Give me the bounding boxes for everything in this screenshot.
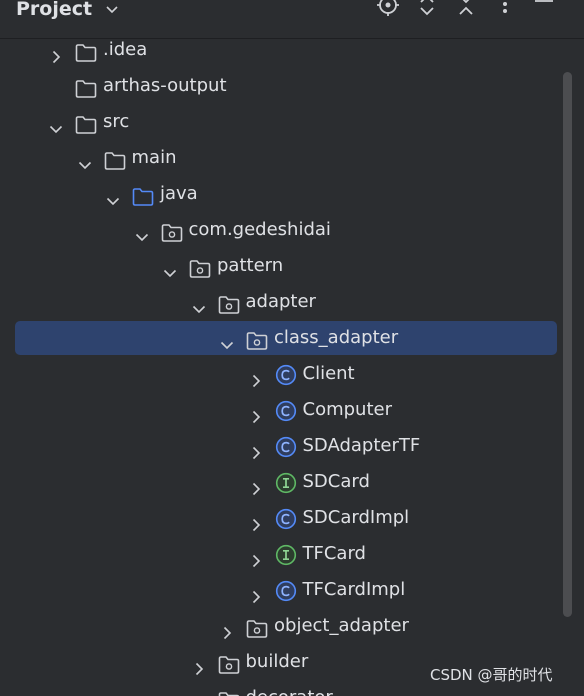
chevron-right-icon[interactable]	[248, 510, 264, 532]
tree-row-label: src	[103, 111, 130, 132]
chevron-down-icon[interactable]	[162, 258, 178, 278]
folder-icon	[75, 112, 97, 134]
tree-row-label: java	[160, 183, 198, 204]
tree-row-label: Computer	[302, 399, 392, 420]
tree-row[interactable]: adapter	[0, 284, 574, 320]
chevron-right-icon[interactable]	[219, 618, 235, 640]
tree-row[interactable]: object_adapter	[0, 608, 574, 644]
chevron-down-icon[interactable]	[77, 150, 93, 170]
interface-icon	[275, 543, 297, 566]
tree-row[interactable]: class_adapter	[0, 320, 574, 356]
tree-row-label: Client	[302, 363, 355, 384]
tree-row[interactable]: src	[0, 104, 574, 140]
tree-row[interactable]: arthas-output	[0, 68, 574, 104]
tree-row-label: decorator	[246, 680, 333, 696]
hide-button[interactable]	[530, 0, 558, 22]
tree-row-label: TFCardImpl	[302, 579, 406, 600]
package-icon	[218, 652, 240, 674]
chevron-down-icon	[105, 0, 119, 25]
package-icon	[218, 292, 240, 314]
select-opened-file-button[interactable]	[374, 0, 402, 22]
tree-row[interactable]: SDCard	[0, 464, 574, 500]
tree-row-label: builder	[245, 651, 309, 672]
minimize-icon	[534, 0, 554, 21]
tree-row-label: class_adapter	[274, 327, 399, 348]
tree-row-label: object_adapter	[274, 615, 409, 636]
tree-row[interactable]: main	[0, 140, 574, 176]
class-icon	[275, 435, 297, 458]
tree-row-label: TFCard	[302, 543, 366, 564]
package-icon	[161, 220, 183, 242]
chevron-right-icon[interactable]	[248, 366, 264, 388]
tree-row-label: .idea	[103, 39, 148, 60]
options-button[interactable]	[491, 0, 519, 22]
tree-row[interactable]: Computer	[0, 392, 574, 428]
class-icon	[275, 363, 297, 386]
tree-row-label: pattern	[217, 255, 284, 276]
interface-icon	[275, 471, 297, 494]
tree-row-label: SDCardImpl	[302, 507, 410, 528]
chevron-down-icon[interactable]	[48, 114, 64, 134]
chevron-right-icon[interactable]	[248, 582, 264, 604]
package-icon	[218, 688, 240, 696]
folder-icon	[75, 76, 97, 98]
tree-row[interactable]: com.gedeshidai	[0, 212, 574, 248]
tree-row-label: main	[131, 147, 177, 168]
tree-row[interactable]: java	[0, 176, 574, 212]
class-icon	[275, 579, 297, 602]
chevron-right-icon[interactable]	[191, 654, 207, 676]
chevron-right-icon[interactable]	[191, 690, 207, 696]
tree-row[interactable]: SDCardImpl	[0, 500, 574, 536]
tree-row[interactable]: SDAdapterTF	[0, 428, 574, 464]
more-vertical-icon	[501, 0, 509, 21]
expand-all-icon	[417, 0, 437, 21]
folder-icon	[75, 40, 97, 62]
chevron-right-icon[interactable]	[248, 474, 264, 496]
project-tree: .idea arthas-output src main java com.gedeshi…	[0, 32, 574, 696]
tree-row-label: arthas-output	[103, 75, 227, 96]
tree-row[interactable]: TFCard	[0, 536, 574, 572]
tree-row-label: adapter	[245, 291, 316, 312]
project-view-selector[interactable]: Project	[16, 0, 119, 24]
class-icon	[275, 507, 297, 530]
project-tool-window: Project .idea arthas-output src main jav…	[0, 0, 584, 696]
chevron-right-icon[interactable]	[248, 546, 264, 568]
panel-title: Project	[16, 0, 93, 20]
collapse-all-icon	[456, 0, 476, 21]
chevron-down-icon[interactable]	[105, 186, 121, 206]
class-icon	[275, 399, 297, 422]
tree-row[interactable]: pattern	[0, 248, 574, 284]
tree-row-label: SDCard	[302, 471, 370, 492]
tree-row[interactable]: Client	[0, 356, 574, 392]
tree-row[interactable]: TFCardImpl	[0, 572, 574, 608]
package-icon	[189, 256, 211, 278]
chevron-right-icon[interactable]	[248, 402, 264, 424]
package-icon	[246, 328, 268, 350]
chevron-down-icon[interactable]	[191, 294, 207, 314]
folder-icon	[104, 148, 126, 170]
crosshair-icon	[376, 0, 400, 21]
chevron-right-icon[interactable]	[48, 42, 64, 64]
tree-row-label: com.gedeshidai	[188, 219, 331, 240]
vertical-scrollbar[interactable]	[563, 72, 572, 617]
tree-row[interactable]: .idea	[0, 32, 574, 68]
chevron-right-icon[interactable]	[248, 438, 264, 460]
source-folder-icon	[132, 184, 154, 206]
tree-row-label: SDAdapterTF	[302, 435, 421, 456]
collapse-all-button[interactable]	[452, 0, 480, 22]
watermark: CSDN @哥的时代	[430, 666, 553, 684]
chevron-down-icon[interactable]	[134, 222, 150, 242]
package-icon	[246, 616, 268, 638]
expand-all-button[interactable]	[413, 0, 441, 22]
chevron-down-icon[interactable]	[219, 330, 235, 350]
